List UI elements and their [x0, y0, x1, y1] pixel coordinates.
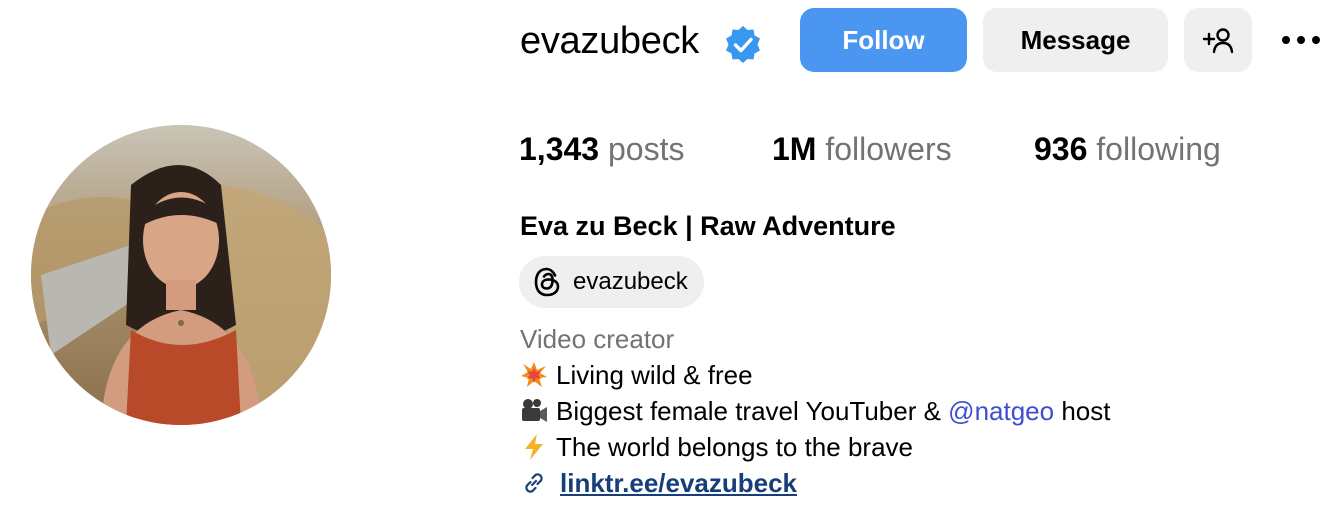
more-options-icon [1282, 36, 1290, 44]
verified-badge-icon [726, 26, 760, 63]
mention-link[interactable]: @natgeo [948, 394, 1054, 428]
posts-label: posts [607, 131, 685, 167]
followers-stat[interactable]: 1M followers [772, 128, 952, 170]
external-link[interactable]: linktr.ee/evazubeck [560, 466, 797, 500]
bio-text: Living wild & free [556, 360, 753, 390]
bio-link-row[interactable]: linktr.ee/evazubeck [520, 466, 797, 500]
video-camera-emoji-icon [522, 399, 547, 422]
posts-count: 1,343 [519, 131, 600, 167]
profile-avatar[interactable] [31, 125, 331, 425]
threads-icon [534, 267, 560, 297]
followers-label: followers [825, 131, 952, 167]
bio-line-1: Living wild & free [520, 358, 753, 392]
bio-text-after: host [1054, 396, 1111, 426]
bio-text: The world belongs to the brave [556, 432, 913, 462]
threads-handle: evazubeck [573, 268, 688, 295]
bio-line-2: Biggest female travel YouTuber & @natgeo… [520, 394, 1110, 428]
avatar-photo [31, 125, 331, 425]
followers-count: 1M [772, 131, 817, 167]
more-options-button[interactable] [1276, 22, 1326, 58]
collision-emoji-icon [521, 362, 547, 387]
following-label: following [1096, 131, 1221, 167]
suggest-users-button[interactable] [1184, 8, 1252, 72]
add-user-icon [1202, 28, 1234, 54]
profile-category: Video creator [520, 324, 675, 354]
link-icon [525, 473, 543, 493]
following-stat[interactable]: 936 following [1034, 128, 1221, 170]
full-name: Eva zu Beck | Raw Adventure [520, 211, 896, 241]
username: evazubeck [520, 20, 699, 62]
lightning-emoji-icon [525, 434, 543, 460]
following-count: 936 [1034, 131, 1088, 167]
follow-button[interactable]: Follow [800, 8, 967, 72]
threads-badge[interactable]: evazubeck [519, 256, 704, 308]
bio-line-3: The world belongs to the brave [520, 430, 913, 464]
posts-stat: 1,343 posts [519, 128, 684, 170]
bio-text-before: Biggest female travel YouTuber & [556, 396, 949, 426]
message-button[interactable]: Message [983, 8, 1168, 72]
